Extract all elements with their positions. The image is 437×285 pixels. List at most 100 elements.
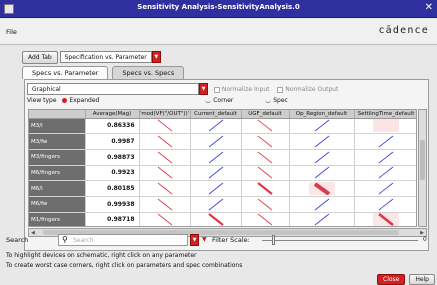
sensitivity-cell[interactable]	[241, 180, 290, 197]
sensitivity-cell[interactable]	[139, 196, 191, 213]
table-row[interactable]: M3/fw 0.9987	[29, 133, 416, 150]
tab-specs-vs-parameter[interactable]: Specs vs. Parameter	[22, 66, 109, 79]
radio-expanded[interactable]: Expanded	[62, 97, 101, 104]
close-button[interactable]: Close	[377, 274, 406, 285]
help-button[interactable]: Help	[409, 274, 435, 285]
radio-selected-icon	[62, 98, 68, 103]
sensitivity-cell[interactable]	[241, 212, 290, 226]
table-row[interactable]: M6/fingers 0.9923	[29, 165, 416, 182]
sensitivity-cell[interactable]	[139, 149, 191, 166]
sensitivity-cell[interactable]	[190, 196, 242, 213]
normalize-input-checkbox[interactable]: Normalize Input	[213, 86, 272, 93]
parameter-name-cell[interactable]: M6/fingers	[29, 165, 86, 182]
filter-scale-slider-track[interactable]	[262, 240, 418, 241]
sensitivity-cell[interactable]	[241, 165, 290, 182]
sensitivity-cell[interactable]	[139, 118, 191, 135]
vertical-scrollbar[interactable]	[418, 109, 427, 227]
sensitivity-glyph	[208, 151, 223, 164]
display-mode-select[interactable]: Graphical ▼	[27, 83, 208, 95]
sensitivity-cell[interactable]	[139, 133, 191, 150]
sensitivity-cell[interactable]	[190, 212, 242, 226]
table-row[interactable]: M6/fw 0.99938	[29, 196, 416, 213]
negative-slope-line	[257, 214, 273, 226]
table-row[interactable]: M3/l 0.86336	[29, 118, 416, 135]
view-type-row: View type Expanded Corner Spec	[27, 97, 288, 109]
table-row[interactable]: M1/fingers 0.98718	[29, 212, 416, 226]
sensitivity-cell[interactable]	[190, 165, 242, 182]
sensitivity-cell[interactable]	[289, 212, 355, 226]
vertical-scroll-thumb[interactable]	[420, 140, 425, 180]
parameter-name-cell[interactable]: M3/fw	[29, 133, 86, 150]
search-icon: ⚲	[62, 235, 68, 244]
filter-scale-slider-handle[interactable]	[272, 235, 275, 245]
sensitivity-glyph	[378, 135, 394, 148]
positive-slope-line	[314, 135, 329, 148]
radio-spec-label: Spec	[273, 97, 288, 104]
sensitivity-cell[interactable]	[289, 165, 355, 182]
sensitivity-cell[interactable]	[139, 165, 191, 182]
dropdown-arrow-icon[interactable]: ▼	[199, 83, 208, 95]
sensitivity-cell[interactable]	[289, 196, 355, 213]
sensitivity-cell[interactable]	[289, 118, 355, 135]
parameter-name-cell[interactable]: M6/fw	[29, 196, 86, 213]
column-header[interactable]: Average(Mag)	[85, 110, 140, 119]
parameter-name-cell[interactable]: M1/fingers	[29, 212, 86, 226]
column-header[interactable]: UGF_default	[241, 110, 290, 119]
average-mag-cell: 0.99938	[85, 196, 140, 213]
sensitivity-cell[interactable]	[190, 118, 242, 135]
view-mode-select[interactable]: Specification vs. Parameter ▼	[59, 51, 161, 63]
radio-corner[interactable]: Corner	[205, 97, 235, 104]
sensitivity-cell[interactable]	[354, 180, 416, 197]
search-input[interactable]: ⚲ Search	[58, 234, 188, 246]
average-mag-cell: 0.98873	[85, 149, 140, 166]
column-header[interactable]: Op_Region_default	[289, 110, 355, 119]
table-row[interactable]: M3/fingers 0.98873	[29, 149, 416, 166]
sensitivity-cell[interactable]	[354, 133, 416, 150]
sensitivity-cell[interactable]	[139, 180, 191, 197]
cadence-logo: cādence	[378, 25, 429, 36]
parameter-name-cell[interactable]: M3/fingers	[29, 149, 86, 166]
column-header[interactable]	[29, 110, 86, 119]
parameter-name-cell[interactable]: M3/l	[29, 118, 86, 135]
sensitivity-glyph	[157, 214, 172, 226]
sensitivity-cell[interactable]	[289, 180, 355, 197]
sensitivity-cell[interactable]	[190, 133, 242, 150]
sensitivity-cell[interactable]	[354, 165, 416, 182]
search-row: Search ⚲ Search ▼ ▼ Filter Scale: 0	[0, 234, 437, 248]
column-header[interactable]: SettlingTime_default	[354, 110, 416, 119]
sensitivity-cell[interactable]	[354, 196, 416, 213]
dropdown-arrow-icon[interactable]: ▼	[151, 51, 161, 63]
sensitivity-cell[interactable]	[241, 133, 290, 150]
add-tab-button[interactable]: Add Tab	[22, 51, 58, 64]
negative-slope-line	[157, 120, 172, 132]
sensitivity-cell[interactable]	[354, 149, 416, 166]
sensitivity-cell[interactable]	[190, 180, 242, 197]
sensitivity-glyph	[208, 135, 223, 148]
search-dropdown-arrow-icon[interactable]: ▼	[190, 234, 199, 246]
sensitivity-glyph	[373, 213, 399, 226]
sensitivity-cell[interactable]	[289, 133, 355, 150]
tab-specs-vs-specs[interactable]: Specs vs. Specs	[112, 66, 185, 79]
menu-file[interactable]: File	[6, 28, 17, 36]
parameter-name-cell[interactable]: M6/l	[29, 180, 86, 197]
column-header[interactable]: 'mod(VF("/OUT"))'	[139, 110, 191, 119]
sensitivity-cell[interactable]	[241, 196, 290, 213]
sensitivity-cell[interactable]	[289, 149, 355, 166]
filter-icon[interactable]: ▼	[202, 236, 207, 243]
sensitivity-glyph	[378, 198, 394, 211]
table-row[interactable]: M6/l 0.80185	[29, 180, 416, 197]
sensitivity-cell[interactable]	[241, 118, 290, 135]
column-header[interactable]: Current_default	[190, 110, 242, 119]
sensitivity-glyph	[257, 120, 273, 132]
normalize-output-checkbox[interactable]: Normalize Output	[277, 86, 338, 93]
sensitivity-glyph	[314, 198, 329, 211]
sensitivity-cell[interactable]	[190, 149, 242, 166]
sensitivity-cell[interactable]	[241, 149, 290, 166]
sensitivity-cell[interactable]	[354, 212, 416, 226]
toolbar: Add Tab Specification vs. Parameter ▼	[22, 51, 161, 65]
sensitivity-cell[interactable]	[354, 118, 416, 135]
sensitivity-cell[interactable]	[139, 212, 191, 226]
radio-spec[interactable]: Spec	[265, 97, 288, 104]
hint-highlight-devices: To highlight devices on schematic, right…	[6, 252, 197, 259]
window-close-icon[interactable]: ✕	[425, 2, 433, 13]
